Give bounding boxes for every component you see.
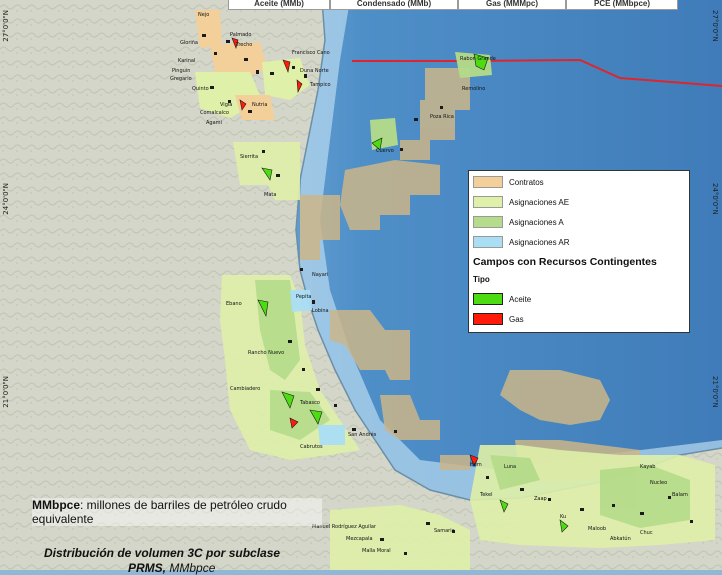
svg-text:Lobina: Lobina xyxy=(312,308,329,314)
svg-text:Karinal: Karinal xyxy=(178,58,195,64)
svg-text:Gloriña: Gloriña xyxy=(180,40,198,46)
legend-item-aceite: Aceite xyxy=(473,292,531,306)
legend-subtitle: Tipo xyxy=(473,275,490,284)
svg-text:Poza Rica: Poza Rica xyxy=(430,114,454,120)
svg-text:Kayab: Kayab xyxy=(640,464,655,470)
legend-swatch-asignaciones-ae xyxy=(473,196,503,208)
svg-text:Cuervo: Cuervo xyxy=(376,148,394,154)
svg-text:Quinto: Quinto xyxy=(192,86,209,92)
legend-swatch-asignaciones-ar xyxy=(473,236,503,248)
svg-text:Cabrutos: Cabrutos xyxy=(300,444,323,450)
svg-text:Rabon Grande: Rabon Grande xyxy=(460,56,496,62)
legend-label-asignaciones-ar: Asignaciones AR xyxy=(509,237,570,247)
legend-label-asignaciones-a: Asignaciones A xyxy=(509,217,564,227)
lat-label-left-27: 27°0'0"N xyxy=(2,10,10,42)
svg-text:Pepita: Pepita xyxy=(296,294,312,300)
svg-text:Zaap: Zaap xyxy=(534,496,547,502)
distribution-subtitle: PRMS, MMbpce xyxy=(128,561,215,575)
legend-swatch-contratos xyxy=(473,176,503,188)
legend-label-gas: Gas xyxy=(509,314,524,324)
svg-text:Palmado: Palmado xyxy=(230,32,251,38)
lat-label-right-27: 27°0'0"N xyxy=(711,10,719,42)
svg-text:Francisco Cano: Francisco Cano xyxy=(292,50,330,56)
svg-text:Trecho: Trecho xyxy=(235,42,252,48)
legend-swatch-asignaciones-a xyxy=(473,216,503,228)
lat-label-left-24: 24°0'0"N xyxy=(2,183,10,215)
svg-text:Nucleo: Nucleo xyxy=(650,480,667,486)
svg-text:Mezcapala: Mezcapala xyxy=(346,536,373,542)
svg-text:Pinguin: Pinguin xyxy=(172,68,190,74)
svg-text:Ebano: Ebano xyxy=(226,301,242,307)
header-col-condensado: Condensado (MMb) xyxy=(330,0,458,10)
legend-swatch-aceite xyxy=(473,293,503,305)
svg-text:Tabasco: Tabasco xyxy=(299,400,320,406)
units-abbr: MMbpce xyxy=(32,498,80,512)
units-note: MMbpce: millones de barriles de petróleo… xyxy=(32,498,322,526)
legend-item-asignaciones-a: Asignaciones A xyxy=(473,215,564,229)
legend-title: Campos con Recursos Contingentes xyxy=(473,256,657,268)
legend-label-aceite: Aceite xyxy=(509,294,532,304)
map-legend: Contratos Asignaciones AE Asignaciones A… xyxy=(468,170,690,333)
legend-label-asignaciones-ae: Asignaciones AE xyxy=(509,197,570,207)
legend-label-contratos: Contratos xyxy=(509,177,544,187)
svg-text:Mata: Mata xyxy=(264,192,276,198)
lat-label-right-21: 21°0'0"N xyxy=(711,376,719,408)
svg-text:Nejo: Nejo xyxy=(198,12,209,18)
svg-text:Duna Norte: Duna Norte xyxy=(300,68,329,74)
legend-item-asignaciones-ar: Asignaciones AR xyxy=(473,235,569,249)
lat-label-left-21: 21°0'0"N xyxy=(2,376,10,408)
svg-text:Sierrita: Sierrita xyxy=(240,154,258,160)
svg-text:Rancho Nuevo: Rancho Nuevo xyxy=(248,350,284,356)
svg-text:Abkatún: Abkatún xyxy=(610,535,631,542)
legend-item-gas: Gas xyxy=(473,312,524,326)
legend-item-contratos: Contratos xyxy=(473,175,544,189)
svg-text:Hem: Hem xyxy=(470,462,482,468)
distribution-units: MMbpce xyxy=(166,561,216,575)
svg-text:Tampico: Tampico xyxy=(309,82,331,88)
legend-item-asignaciones-ae: Asignaciones AE xyxy=(473,195,569,209)
svg-text:Tekel: Tekel xyxy=(479,492,492,498)
header-col-gas: Gas (MMMpc) xyxy=(458,0,566,10)
legend-swatch-gas xyxy=(473,313,503,325)
lat-label-right-24: 24°0'0"N xyxy=(711,183,719,215)
svg-text:Balam: Balam xyxy=(672,492,688,498)
header-col-aceite: Aceite (MMb) xyxy=(228,0,330,10)
svg-text:Samaria: Samaria xyxy=(434,528,455,534)
svg-text:Agami: Agami xyxy=(206,120,222,126)
svg-text:Nayari: Nayari xyxy=(312,272,328,278)
distribution-prms: PRMS, xyxy=(128,561,167,575)
svg-text:San Andrés: San Andrés xyxy=(348,431,377,438)
header-col-pce: PCE (MMbpce) xyxy=(566,0,678,10)
svg-text:Maloob: Maloob xyxy=(588,526,606,532)
distribution-title: Distribución de volumen 3C por subclase xyxy=(44,546,281,560)
svg-text:Luna: Luna xyxy=(504,464,516,470)
svg-text:Remolino: Remolino xyxy=(462,86,485,92)
svg-text:Cambiadero: Cambiadero xyxy=(230,386,260,392)
svg-text:Nutria: Nutria xyxy=(252,102,267,108)
svg-text:Ku: Ku xyxy=(560,514,566,520)
svg-text:Chuc: Chuc xyxy=(640,530,653,536)
svg-text:Gregario: Gregario xyxy=(170,76,192,82)
svg-text:Malla Moral: Malla Moral xyxy=(362,548,391,554)
svg-text:Comalcalco: Comalcalco xyxy=(200,110,229,116)
svg-text:Vigia: Vigia xyxy=(220,102,232,108)
